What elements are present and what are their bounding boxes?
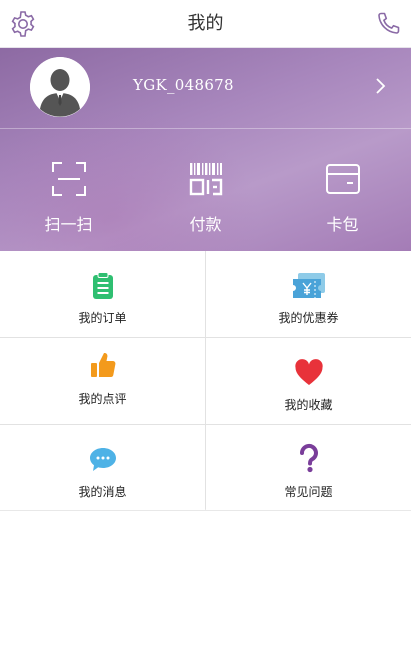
menu-item-favorites[interactable]: 我的收藏 (206, 338, 411, 423)
quick-action-pay[interactable]: 付款 (137, 129, 274, 251)
grid-divider (0, 424, 411, 425)
quick-action-scan[interactable]: 扫一扫 (0, 129, 137, 251)
chevron-right-icon[interactable] (375, 77, 387, 95)
menu-item-label: 我的订单 (78, 311, 127, 325)
username: YGK_048678 (133, 76, 234, 94)
menu-item-label: 我的点评 (78, 392, 127, 406)
thumbs-up-icon (88, 350, 118, 380)
profile-screen: 我的 YGK_048678 扫一扫 付款 卡包 我的订单 我的优惠券 我的点评 … (0, 0, 411, 647)
quick-action-card[interactable]: 卡包 (274, 129, 411, 251)
menu-item-label: 常见问题 (284, 485, 333, 499)
menu-item-reviews[interactable]: 我的点评 (0, 338, 205, 423)
grid-divider (0, 337, 411, 338)
top-bar: 我的 (0, 0, 411, 48)
profile-banner: YGK_048678 扫一扫 付款 卡包 (0, 48, 411, 251)
quick-action-label: 扫一扫 (44, 215, 93, 234)
card-icon (325, 161, 361, 197)
menu-item-coupons[interactable]: 我的优惠券 (206, 251, 411, 336)
menu-item-label: 我的消息 (78, 485, 127, 499)
quick-action-label: 付款 (189, 215, 222, 234)
barcode-icon (188, 161, 224, 197)
profile-row[interactable]: YGK_048678 (0, 48, 411, 129)
scan-icon (51, 161, 87, 197)
quick-actions: 扫一扫 付款 卡包 (0, 129, 411, 251)
quick-action-label: 卡包 (326, 215, 359, 234)
grid-divider (205, 251, 206, 509)
question-icon (294, 443, 324, 473)
menu-item-orders[interactable]: 我的订单 (0, 251, 205, 336)
chat-bubble-icon (88, 445, 118, 475)
heart-icon (294, 358, 324, 388)
coupon-icon (291, 271, 327, 301)
phone-icon[interactable] (375, 11, 401, 37)
menu-item-faq[interactable]: 常见问题 (206, 425, 411, 510)
page-title: 我的 (187, 13, 224, 34)
menu-item-label: 我的优惠券 (278, 311, 339, 325)
menu-item-messages[interactable]: 我的消息 (0, 425, 205, 510)
menu-item-label: 我的收藏 (284, 398, 333, 412)
user-avatar-icon[interactable] (30, 57, 90, 117)
clipboard-icon (88, 271, 118, 301)
